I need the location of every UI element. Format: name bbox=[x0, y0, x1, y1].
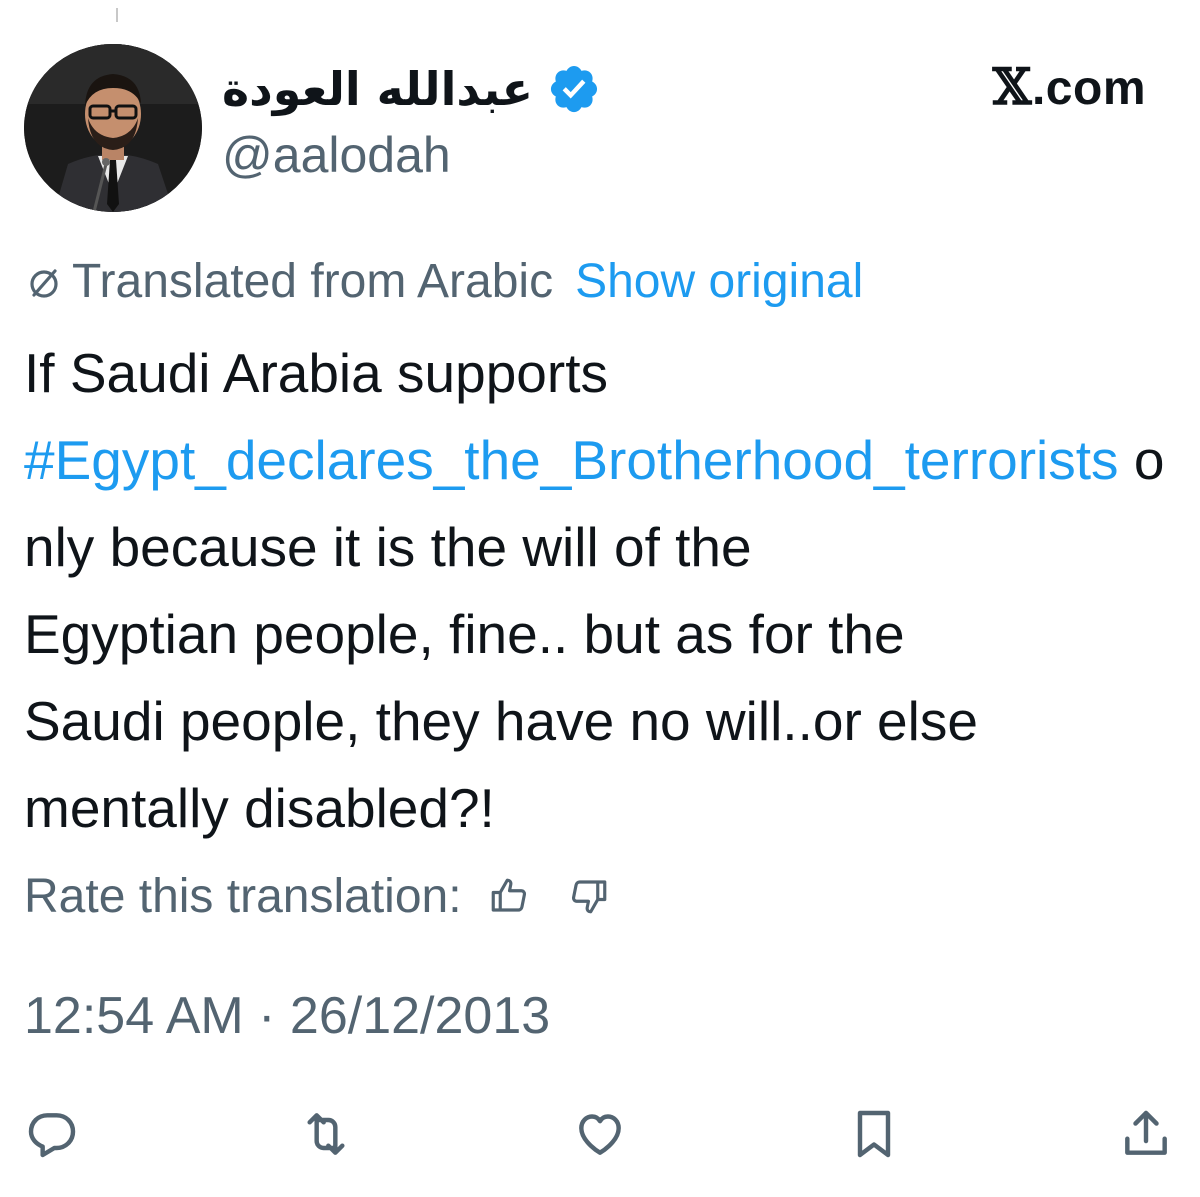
translate-icon bbox=[30, 269, 58, 298]
thumbs-up-icon[interactable] bbox=[488, 875, 530, 917]
author-display-name[interactable]: عبدالله العودة bbox=[222, 66, 533, 112]
reply-icon bbox=[28, 1113, 76, 1158]
avatar-portrait bbox=[24, 44, 202, 212]
rate-translation-row: Rate this translation: bbox=[24, 866, 610, 926]
rate-translation-label: Rate this translation: bbox=[24, 869, 462, 923]
share-icon bbox=[1125, 1110, 1167, 1155]
top-edge-mark bbox=[116, 8, 118, 22]
tweet-line: mentally disabled?! bbox=[24, 777, 495, 839]
reply-button[interactable] bbox=[24, 1106, 80, 1162]
show-original-link[interactable]: Show original bbox=[575, 258, 863, 306]
translation-row: Translated from Arabic Show original bbox=[24, 254, 863, 310]
site-label: 𝕏.com bbox=[993, 62, 1146, 113]
bookmark-button[interactable] bbox=[846, 1106, 902, 1162]
tweet-line: If Saudi Arabia supports bbox=[24, 342, 608, 404]
tweet-text: If Saudi Arabia supports #Egypt_declares… bbox=[24, 330, 1184, 852]
author-name-row: عبدالله العودة bbox=[222, 54, 601, 124]
translated-from-label: Translated from Arabic bbox=[72, 255, 554, 308]
x-logo-mark: 𝕏 bbox=[992, 57, 1032, 116]
tweet-hashtag-line: #Egypt_declares_the_Brotherhood_terroris… bbox=[24, 429, 1164, 578]
tweet-line: Saudi people, they have no will..or else bbox=[24, 690, 978, 752]
retweet-button[interactable] bbox=[298, 1106, 354, 1162]
verified-badge-icon bbox=[551, 65, 598, 113]
hashtag-link[interactable]: #Egypt_declares_the_Brotherhood_terroris… bbox=[24, 429, 1119, 491]
tweet-line: Egyptian people, fine.. but as for the bbox=[24, 603, 905, 665]
share-button[interactable] bbox=[1118, 1106, 1174, 1162]
avatar[interactable] bbox=[24, 44, 202, 212]
site-label-domain: .com bbox=[1031, 62, 1146, 115]
retweet-icon bbox=[307, 1113, 345, 1155]
like-button[interactable] bbox=[572, 1106, 628, 1162]
thumbs-down-icon[interactable] bbox=[568, 875, 610, 917]
author-handle[interactable]: @aalodah bbox=[222, 130, 451, 180]
heart-icon bbox=[579, 1114, 621, 1155]
tweet-timestamp[interactable]: 12:54 AM · 26/12/2013 bbox=[24, 990, 550, 1042]
bookmark-icon bbox=[857, 1110, 891, 1158]
